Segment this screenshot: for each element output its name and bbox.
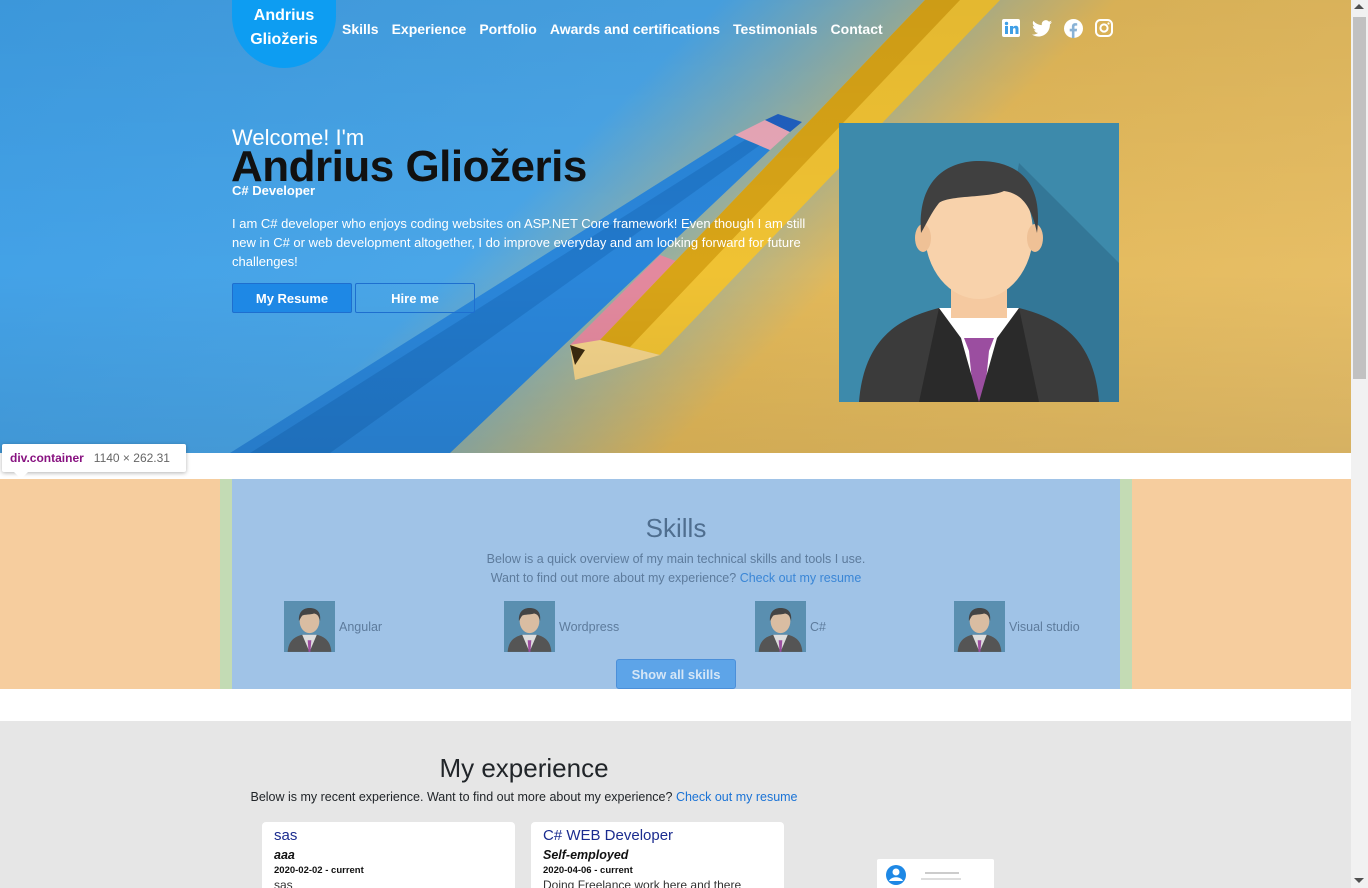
experience-card[interactable]: sas aaa 2020-02-02 - current sas	[262, 822, 515, 888]
experience-title: My experience	[439, 753, 609, 783]
skills-title: Skills	[645, 513, 707, 543]
experience-card-desc: sas	[274, 878, 293, 888]
show-all-skills-button[interactable]: Show all skills	[616, 659, 736, 689]
nav-testimonials[interactable]: Testimonials	[733, 20, 818, 38]
experience-card-desc: Doing Freelance work here and there	[543, 878, 742, 888]
hero-role: C# Developer	[232, 183, 316, 198]
skill-avatar	[954, 601, 1005, 652]
skill-item: Angular	[284, 601, 382, 652]
skill-label: Angular	[339, 619, 383, 634]
skill-item: Visual studio	[954, 601, 1080, 652]
nav-contact[interactable]: Contact	[831, 20, 883, 38]
skills-resume-link[interactable]: Check out my resume	[740, 571, 862, 585]
twitter-icon[interactable]	[1032, 18, 1052, 38]
skills-sub-line1: Below is a quick overview of my main tec…	[486, 552, 866, 566]
my-resume-button[interactable]: My Resume	[232, 283, 352, 313]
experience-card-title: C# WEB Developer	[543, 827, 674, 844]
nav-portfolio[interactable]: Portfolio	[479, 20, 537, 38]
skill-label: Visual studio	[1009, 619, 1080, 634]
facebook-icon[interactable]	[1063, 18, 1083, 38]
devtools-dims: 1140 × 262.31	[93, 451, 170, 465]
scroll-up-arrow-icon[interactable]	[1354, 4, 1364, 9]
skill-item: Wordpress	[504, 601, 619, 652]
nav-awards[interactable]: Awards and certifications	[550, 20, 720, 38]
experience-card-company: aaa	[274, 848, 295, 862]
nav-skills[interactable]: Skills	[342, 20, 379, 38]
skill-avatar	[755, 601, 806, 652]
brand-last-name: Gliožeris	[250, 31, 318, 48]
scrollbar-thumb[interactable]	[1353, 17, 1366, 379]
skills-subtitle: Below is a quick overview of my main tec…	[232, 550, 1120, 588]
skill-avatar	[504, 601, 555, 652]
devtools-element-tooltip: div.container 1140 × 262.31	[2, 444, 186, 479]
hero-intro: I am C# developer who enjoys coding webs…	[232, 216, 806, 269]
scroll-down-arrow-icon[interactable]	[1354, 878, 1364, 883]
instagram-icon[interactable]	[1094, 18, 1114, 38]
profile-avatar	[839, 123, 1119, 402]
devtools-tag: div.container	[10, 451, 84, 465]
experience-sub-text: Below is my recent experience. Want to f…	[250, 790, 673, 804]
resume-illustration	[877, 859, 994, 888]
experience-card-company: Self-employed	[543, 848, 629, 862]
experience-card-date: 2020-04-06 - current	[543, 865, 633, 876]
skills-sub-line2: Want to find out more about my experienc…	[490, 571, 737, 585]
skill-item: C#	[755, 601, 826, 652]
nav-experience[interactable]: Experience	[392, 20, 467, 38]
skill-label: Wordpress	[559, 619, 620, 634]
skill-label: C#	[810, 619, 826, 634]
skill-avatar	[284, 601, 335, 652]
linkedin-icon[interactable]	[1001, 18, 1021, 38]
experience-card[interactable]: C# WEB Developer Self-employed 2020-04-0…	[531, 822, 784, 888]
experience-card-title: sas	[274, 827, 298, 844]
experience-subtitle: Below is my recent experience. Want to f…	[232, 790, 816, 804]
experience-resume-link[interactable]: Check out my resume	[676, 790, 798, 804]
experience-card-date: 2020-02-02 - current	[274, 865, 364, 876]
hire-me-button[interactable]: Hire me	[355, 283, 475, 313]
brand-first-name: Andrius	[253, 7, 315, 24]
main-nav: Skills Experience Portfolio Awards and c…	[342, 20, 896, 38]
social-links	[1001, 18, 1114, 38]
